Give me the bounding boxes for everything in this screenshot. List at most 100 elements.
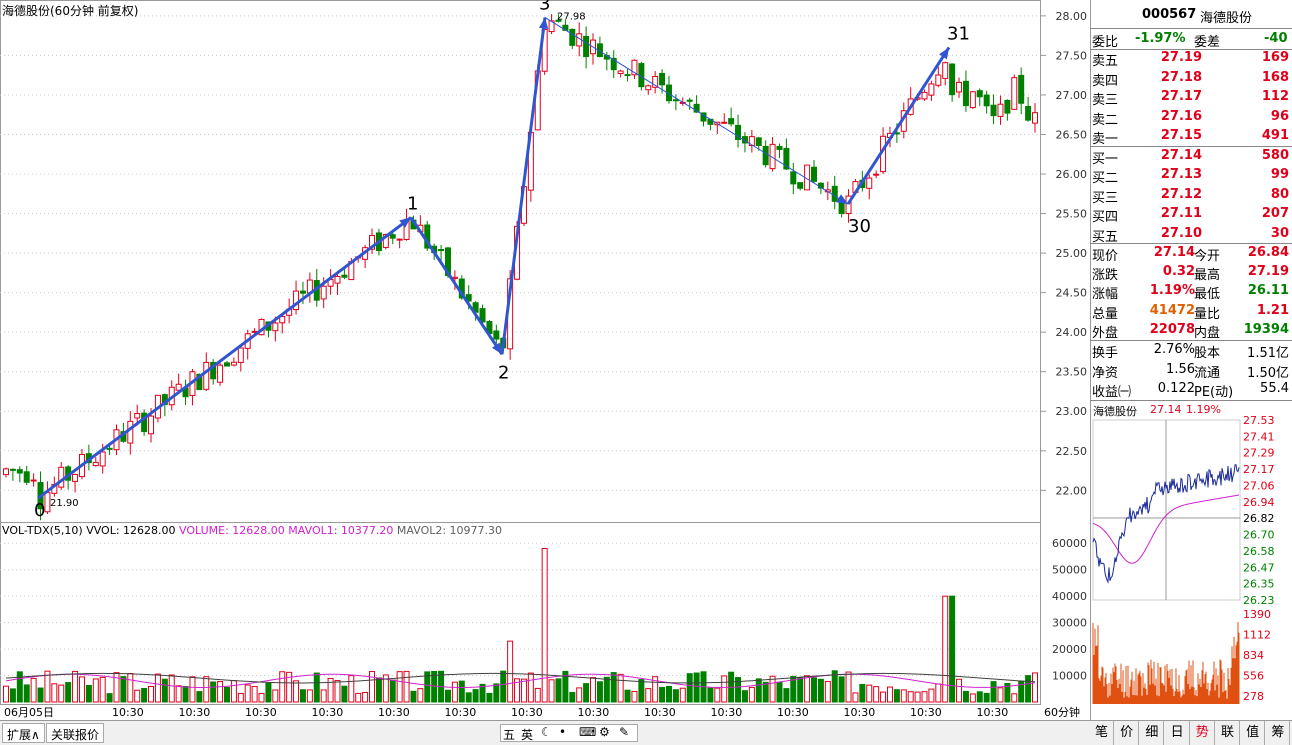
weibi-row: 委比 -1.97% 委差 -40 bbox=[1092, 31, 1288, 50]
volume-bar bbox=[417, 688, 424, 703]
volume-bar bbox=[797, 677, 804, 703]
volume-bar bbox=[16, 671, 23, 703]
candle-body bbox=[969, 91, 976, 109]
stats-row: 涨幅 1.19% 最低 26.11 bbox=[1092, 283, 1289, 303]
wave-label: 30 bbox=[848, 216, 871, 237]
candle-body bbox=[721, 121, 728, 124]
right-tab-5[interactable]: 联 bbox=[1216, 721, 1240, 745]
candle-body bbox=[99, 451, 106, 467]
ime-mode-icon[interactable]: 五 bbox=[503, 726, 515, 743]
volume-bar bbox=[659, 687, 666, 703]
candle-body bbox=[230, 361, 237, 366]
volume-bar bbox=[182, 686, 189, 703]
volume-bar bbox=[679, 687, 686, 703]
volume-bar bbox=[375, 677, 382, 703]
chart-title: 海德股份(60分钟 前复权) bbox=[2, 4, 139, 18]
candle-body bbox=[569, 28, 576, 46]
candle-body bbox=[976, 90, 983, 98]
bottom-bar: 扩展∧ 关联报价 五 英 ☾ • ⌨ ⚙ ✎ 笔价细日势联值筹 bbox=[0, 720, 1292, 745]
right-tab-6[interactable]: 值 bbox=[1241, 721, 1266, 745]
right-tab-1[interactable]: 价 bbox=[1115, 721, 1140, 745]
volume-bar bbox=[817, 678, 824, 703]
right-tab-0[interactable]: 笔 bbox=[1090, 721, 1114, 745]
candle-body bbox=[928, 83, 935, 96]
moon-icon[interactable]: ☾ bbox=[541, 725, 552, 739]
volume-bar bbox=[845, 671, 852, 703]
candle-body bbox=[320, 285, 327, 300]
right-tab-7[interactable]: 筹 bbox=[1266, 721, 1291, 745]
volume-bar bbox=[624, 689, 631, 703]
stock-code: 000567 bbox=[1142, 7, 1197, 22]
tab-related-quotes[interactable]: 关联报价 bbox=[46, 723, 105, 743]
volume-axis-label: 60000 bbox=[1052, 537, 1087, 550]
price-axis-label: 26.00 bbox=[1056, 168, 1088, 181]
volume-bar bbox=[72, 670, 79, 703]
volume-bar bbox=[410, 690, 417, 703]
time-axis-label: 10:30 bbox=[179, 706, 211, 719]
candle-body bbox=[106, 447, 113, 450]
price-axis-label: 27.50 bbox=[1056, 49, 1088, 62]
volume-bar bbox=[299, 689, 306, 703]
time-axis-label: 10:30 bbox=[910, 706, 942, 719]
volume-bar bbox=[527, 672, 534, 703]
right-tab-2[interactable]: 细 bbox=[1140, 721, 1165, 745]
dot-icon[interactable]: • bbox=[559, 725, 566, 739]
volume-bar bbox=[85, 684, 92, 703]
ask-row: 卖一 27.15 491 bbox=[1092, 128, 1289, 147]
candle-body bbox=[997, 103, 1004, 117]
volume-bar bbox=[548, 679, 555, 703]
price-axis-label: 24.00 bbox=[1056, 326, 1088, 339]
right-tab-3[interactable]: 日 bbox=[1166, 721, 1190, 745]
weibi-value: -1.97% bbox=[1135, 31, 1186, 46]
ask-row: 卖四 27.18 168 bbox=[1092, 69, 1289, 89]
price-axis-label: 24.50 bbox=[1056, 287, 1088, 300]
candle-body bbox=[438, 249, 445, 252]
volume-bar bbox=[203, 676, 210, 703]
keyboard-icon[interactable]: ⌨ bbox=[579, 725, 596, 739]
candle-body bbox=[873, 173, 880, 176]
time-axis-label: 10:30 bbox=[445, 706, 477, 719]
volume-bar bbox=[873, 686, 880, 703]
volume-bar bbox=[907, 691, 914, 703]
ask-row: 卖五 27.19 169 bbox=[1092, 50, 1289, 70]
time-axis-label: 10:30 bbox=[511, 706, 543, 719]
volume-bar bbox=[997, 687, 1004, 703]
volume-bar bbox=[693, 672, 700, 703]
volume-bar bbox=[962, 690, 969, 703]
candle-body bbox=[341, 274, 348, 278]
price-axis-label: 25.50 bbox=[1056, 208, 1088, 221]
volume-bar bbox=[831, 670, 838, 703]
volume-bar bbox=[403, 670, 410, 703]
volume-bar bbox=[369, 671, 376, 703]
volume-axis-label: 50000 bbox=[1052, 564, 1087, 577]
volume-bar bbox=[306, 689, 313, 703]
volume-bar bbox=[631, 690, 638, 703]
candle-body bbox=[16, 469, 23, 474]
right-tab-4[interactable]: 势 bbox=[1191, 721, 1215, 745]
volume-bar bbox=[886, 686, 893, 703]
settings-icon[interactable]: ⚙ bbox=[599, 725, 610, 739]
volume-bar bbox=[23, 684, 30, 703]
wave-line bbox=[409, 216, 504, 356]
volume-bar bbox=[576, 687, 583, 703]
volume-bar bbox=[603, 676, 610, 703]
volume-bar bbox=[769, 675, 776, 703]
volume-bar bbox=[610, 672, 617, 703]
candle-body bbox=[127, 420, 134, 444]
volume-bar bbox=[942, 595, 949, 703]
quote-panel: 000567 海德股份 委比 -1.97% 委差 -40 卖五 27.19 169 卖… bbox=[1090, 0, 1292, 720]
wrench-icon[interactable]: ✎ bbox=[619, 725, 629, 739]
ime-lang-icon[interactable]: 英 bbox=[521, 726, 533, 743]
candle-body bbox=[797, 182, 804, 189]
volume-bar bbox=[859, 683, 866, 703]
volume-bar bbox=[244, 684, 251, 703]
tab-expand[interactable]: 扩展∧ bbox=[2, 723, 45, 743]
wave-label: 1 bbox=[407, 194, 418, 215]
candle-body bbox=[148, 415, 155, 435]
ask-row: 卖二 27.16 96 bbox=[1092, 108, 1289, 128]
bid-row: 买一 27.14 580 bbox=[1092, 148, 1289, 167]
volume-bar bbox=[458, 680, 465, 703]
volume-bar bbox=[707, 687, 714, 703]
volume-bar bbox=[293, 680, 300, 703]
price-axis-label: 23.50 bbox=[1056, 366, 1088, 379]
